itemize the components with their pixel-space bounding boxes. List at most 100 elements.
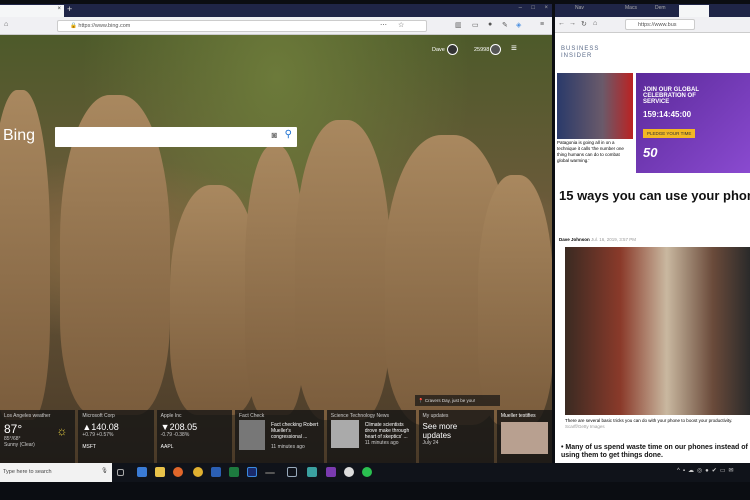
promo-caption[interactable]: Patagonia is going all in on a technique…	[557, 140, 633, 164]
card-label: Fact Check	[238, 413, 265, 419]
image-credit: Scarff/Getty Images	[565, 424, 605, 429]
onenote-icon[interactable]	[326, 467, 336, 477]
library-icon[interactable]: ▥	[455, 21, 462, 29]
news-cards: Los Angeles weather 87° 85°/68° Sunny (Clea…	[0, 410, 552, 463]
ad-banner[interactable]: JOIN OUR GLOBAL CELEBRATION OF SERVICE 1…	[636, 73, 750, 173]
rewards-points[interactable]: 25998	[474, 47, 489, 53]
ticker: MSFT	[82, 444, 96, 450]
business-insider-browser-window: Nav Macs Dem ← → ↻ ⌂ https://www.bus BUS…	[555, 4, 750, 463]
article-bullet: • Many of us spend waste time on our pho…	[561, 444, 748, 459]
outlook-icon[interactable]	[137, 467, 147, 477]
taskbar: Type here to search 🎙 ^▪☁◎●✔▭✉	[0, 463, 750, 482]
reload-icon[interactable]: ↻	[581, 20, 587, 28]
rewards-icon[interactable]	[490, 44, 501, 55]
url-bar[interactable]: https://www.bus	[625, 19, 695, 30]
ticker: AAPL	[160, 444, 174, 450]
hamburger-menu-icon[interactable]: ≡	[511, 43, 517, 54]
news-time: 11 minutes ago	[364, 440, 399, 446]
stock-card-aapl[interactable]: Apple Inc ▼208.05 -0.79 -0.38% AAPL	[156, 410, 232, 463]
home-icon[interactable]: ⌂	[593, 20, 597, 27]
news-card[interactable]: Science Technology News Climate scientist…	[326, 410, 416, 463]
minimize-button[interactable]: –	[519, 5, 522, 11]
updates-card[interactable]: My updates See more updates July 24	[418, 410, 494, 463]
camera-icon[interactable]: ◙	[272, 130, 277, 140]
more-icon[interactable]: ⋯	[380, 21, 387, 29]
card-label: Science Technology News	[330, 413, 390, 419]
image-caption: There are several basic tricks you can d…	[565, 418, 733, 423]
app-icon[interactable]	[287, 467, 297, 477]
bing-homepage: Bing ◙ ⚲ Dave 25998 ≡ 📍 Cravers Day, jus…	[0, 35, 552, 463]
sidebar-icon[interactable]: ▭	[472, 21, 479, 29]
card-label: Los Angeles weather	[4, 413, 51, 419]
new-tab-button[interactable]: +	[67, 4, 72, 14]
security-icon[interactable]	[307, 467, 317, 477]
account-icon[interactable]: ●	[488, 21, 492, 28]
news-thumbnail	[330, 420, 359, 448]
promo-image[interactable]	[557, 73, 633, 139]
update-date: July 24	[422, 440, 439, 446]
tab-business-insider[interactable]	[679, 5, 709, 17]
meerkat-image	[295, 120, 390, 420]
search-placeholder: Type here to search	[3, 469, 52, 475]
tab-dem[interactable]: Dem	[655, 5, 666, 11]
stock-change: -0.79 -0.38%	[160, 432, 190, 438]
word-icon[interactable]	[211, 467, 221, 477]
news-thumbnail	[238, 420, 265, 450]
firefox-icon[interactable]	[173, 467, 183, 477]
news-card[interactable]: Fact Check Fact checking Robert Mueller's…	[234, 410, 324, 463]
article-date: Jul. 16, 2019, 3:57 PM	[591, 237, 637, 242]
news-card[interactable]: Mueller testifies›	[496, 410, 552, 463]
card-label: Mueller testifies	[500, 413, 536, 419]
author[interactable]: Dave Johnson	[559, 237, 590, 242]
excel-icon[interactable]	[229, 467, 239, 477]
forward-icon[interactable]: →	[569, 20, 576, 27]
news-headline: Climate scientists drove make through he…	[364, 422, 410, 440]
bookmark-star-icon[interactable]: ☆	[398, 21, 404, 29]
system-tray-icons[interactable]: ^▪☁◎●✔▭✉	[677, 467, 737, 474]
url-bar[interactable]: 🔒 https://www.bing.com	[57, 20, 427, 32]
ad-pledge-button[interactable]: PLEDGE YOUR TIME	[643, 129, 696, 138]
back-icon[interactable]: ←	[558, 20, 565, 27]
maximize-button[interactable]: □	[531, 5, 535, 11]
user-name[interactable]: Dave	[432, 47, 445, 53]
tab-bing[interactable]: ×	[0, 5, 64, 17]
task-view-icon[interactable]	[117, 469, 124, 476]
meerkat-image	[478, 175, 552, 425]
tab-strip: Nav Macs Dem	[555, 4, 750, 17]
url-text: https://www.bus	[638, 22, 677, 28]
microphone-icon[interactable]: 🎙	[101, 468, 108, 474]
tab-nav[interactable]: Nav	[575, 5, 584, 11]
home-icon[interactable]: ⌂	[4, 21, 8, 28]
wrench-icon[interactable]: ✎	[502, 21, 508, 29]
tab-strip: × + – □ ×	[0, 4, 552, 17]
card-label: My updates	[422, 413, 449, 419]
shield-icon[interactable]: ◈	[516, 21, 521, 29]
app-icon[interactable]	[265, 472, 275, 474]
business-insider-logo[interactable]: BUSINESS INSIDER	[561, 46, 601, 60]
news-time: 11 minutes ago	[270, 444, 305, 450]
close-button[interactable]: ×	[544, 5, 548, 11]
stock-price: ▲140.08	[82, 422, 119, 432]
menu-icon[interactable]: ≡	[540, 21, 544, 28]
spotify-icon[interactable]	[362, 467, 372, 477]
photoshop-icon[interactable]	[247, 467, 257, 477]
bing-search-input[interactable]: ◙ ⚲	[55, 127, 297, 147]
stock-price: ▼208.05	[160, 422, 198, 432]
tab-macs[interactable]: Macs	[625, 5, 637, 11]
bing-logo[interactable]: Bing	[3, 127, 35, 145]
bullet-text: Many of us spend waste time on our phone…	[561, 444, 748, 459]
bing-browser-window: × + – □ × ⌂ 🔒 https://www.bing.com ⋯ ☆ ▥…	[0, 4, 552, 463]
stock-card-msft[interactable]: Microsoft Corp ▲140.08 +0.79 +0.57% MSFT	[78, 410, 154, 463]
app-icon[interactable]	[344, 467, 354, 477]
news-thumbnail	[500, 422, 548, 454]
ad-countdown: 159:14:45:00	[643, 110, 692, 119]
search-icon[interactable]: ⚲	[285, 129, 292, 140]
taskbar-search-input[interactable]: Type here to search 🎙	[0, 463, 112, 482]
weather-card[interactable]: Los Angeles weather 87° 85°/68° Sunny (Clea…	[0, 410, 76, 463]
avatar[interactable]	[447, 44, 458, 55]
card-label: Apple Inc	[160, 413, 182, 419]
tab-close-icon[interactable]: ×	[57, 6, 61, 12]
file-explorer-icon[interactable]	[155, 467, 165, 477]
chrome-icon[interactable]	[193, 467, 203, 477]
image-location-caption[interactable]: 📍 Cravers Day, just be you!	[415, 395, 500, 406]
